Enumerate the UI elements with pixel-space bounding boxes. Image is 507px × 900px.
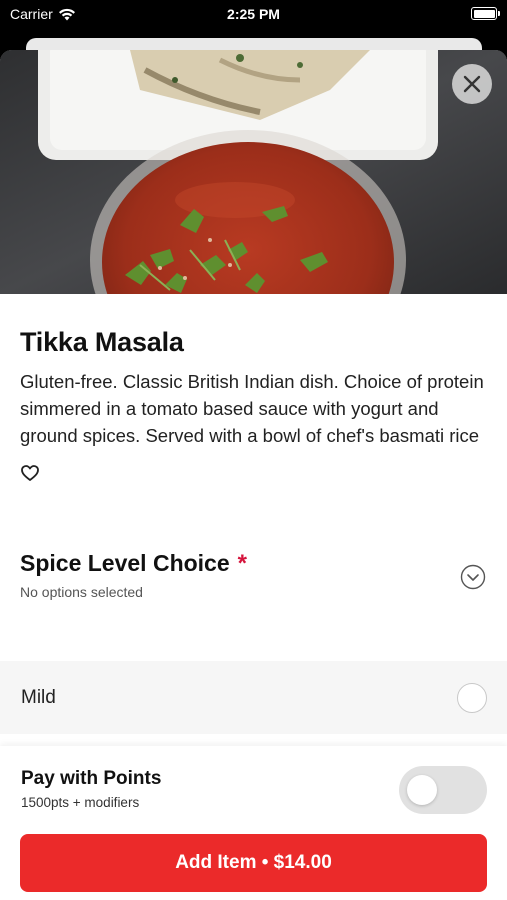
heart-outline-icon[interactable] (20, 463, 40, 483)
toggle-knob (407, 775, 437, 805)
option-radio[interactable] (457, 683, 487, 713)
required-indicator: * (237, 550, 247, 577)
modifier-group-title: Spice Level Choice (20, 550, 230, 576)
modifier-group-status: No options selected (20, 584, 143, 600)
option-label: Mild (21, 687, 56, 708)
item-info: Tikka Masala Gluten-free. Classic Britis… (0, 327, 507, 610)
item-description: Gluten-free. Classic British Indian dish… (20, 371, 484, 446)
pay-with-points-toggle[interactable] (399, 766, 487, 814)
points-title: Pay with Points (21, 768, 162, 789)
tikka-masala-photo (0, 50, 507, 294)
close-button[interactable] (452, 64, 492, 104)
status-bar: Carrier 2:25 PM (0, 0, 507, 30)
chevron-down-circle-icon[interactable] (460, 564, 486, 590)
option-row-mild[interactable]: Mild (0, 661, 507, 734)
checkout-panel: Pay with Points 1500pts + modifiers Add … (0, 746, 507, 900)
add-item-button[interactable]: Add Item • $14.00 (20, 834, 487, 892)
screen: Carrier 2:25 PM Tikka Masala Gluten-free… (0, 0, 507, 900)
close-icon (463, 75, 481, 93)
item-photo (0, 50, 507, 294)
battery-icon (471, 7, 500, 20)
clock: 2:25 PM (227, 6, 280, 22)
item-detail-sheet: Tikka Masala Gluten-free. Classic Britis… (0, 50, 507, 900)
points-subtitle: 1500pts + modifiers (21, 795, 140, 810)
item-title: Tikka Masala (20, 327, 184, 357)
modifier-group-header[interactable]: Spice Level Choice * No options selected (20, 550, 487, 610)
